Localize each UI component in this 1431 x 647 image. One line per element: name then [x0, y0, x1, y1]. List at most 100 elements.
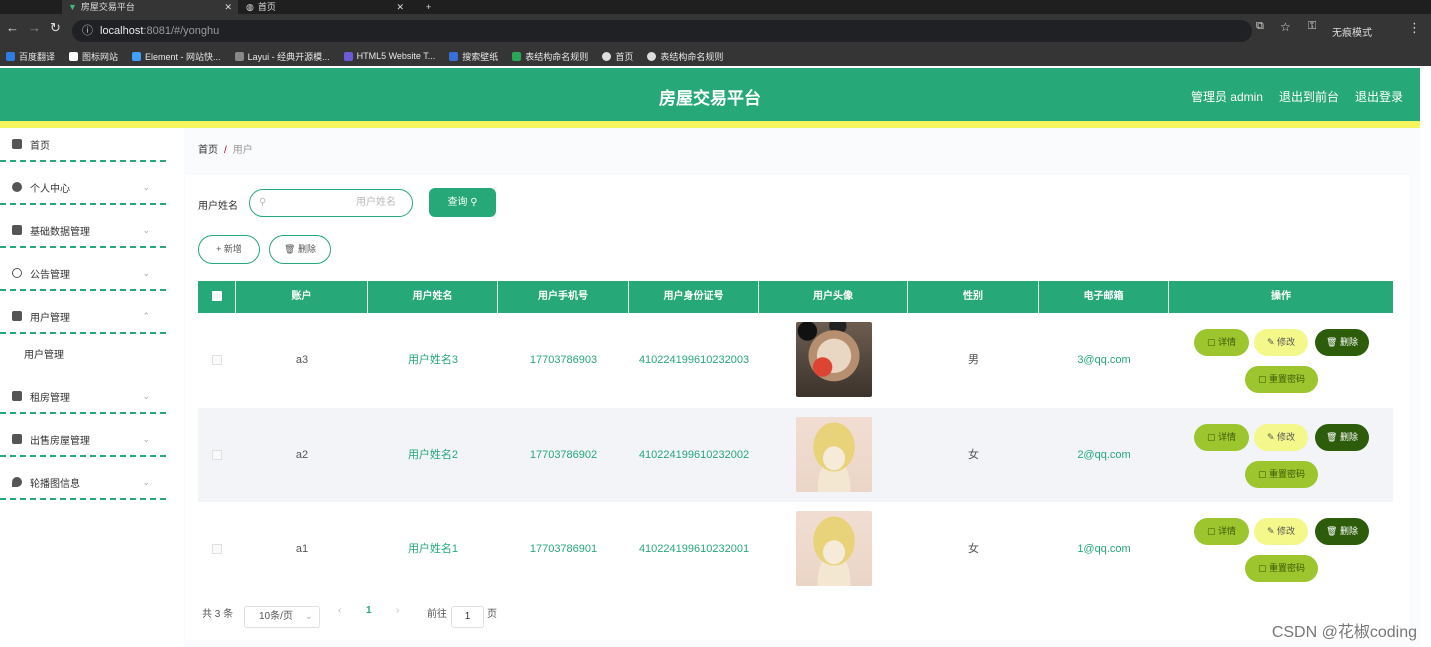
incognito-label[interactable]: 无痕模式	[1332, 24, 1372, 39]
bookmark-item[interactable]: 首页	[602, 50, 633, 63]
cell-account: a3	[295, 354, 309, 366]
cell-phone: 17703786901	[529, 543, 598, 555]
chevron-down-icon: ⌄	[142, 390, 150, 401]
bookmark-item[interactable]: Element - 网站快...	[132, 50, 221, 63]
edit-button[interactable]: ✎ 修改	[1254, 518, 1308, 545]
sidebar-item-user-mgmt[interactable]: 用户管理 ⌃	[0, 300, 166, 334]
cell-account: a1	[295, 543, 309, 555]
sidebar-item-notice[interactable]: 公告管理 ⌄	[0, 257, 166, 291]
detail-button[interactable]: ▢ 详情	[1194, 329, 1249, 356]
bookmark-item[interactable]: HTML5 Website T...	[343, 51, 435, 61]
cell-idcard: 410224199610232002	[638, 449, 750, 461]
table-row: a2 用户姓名2 17703786902 410224199610232002 …	[198, 408, 1393, 502]
sidebar-item-carousel[interactable]: 轮播图信息 ⌄	[0, 466, 166, 500]
forward-icon[interactable]: →	[28, 20, 41, 35]
delete-button[interactable]: 🗑︎ 删除	[1315, 424, 1369, 451]
sidebar-item-sale[interactable]: 出售房屋管理 ⌄	[0, 423, 166, 457]
table-row: a1 用户姓名1 17703786901 410224199610232001 …	[198, 502, 1393, 596]
breadcrumb-home[interactable]: 首页	[198, 145, 218, 156]
bookmark-item[interactable]: 搜索壁纸	[449, 50, 498, 63]
logout-link[interactable]: 退出登录	[1355, 88, 1403, 105]
sidebar-item-home[interactable]: 首页	[0, 128, 166, 162]
chevron-down-icon: ⌄	[142, 433, 150, 444]
trash-icon: 🗑︎	[284, 244, 298, 254]
close-icon[interactable]: ✕	[224, 1, 232, 13]
search-icon: ⚲	[259, 197, 267, 208]
search-placeholder: 用户姓名	[356, 197, 396, 208]
cell-account: a2	[295, 449, 309, 461]
star-icon[interactable]: ☆	[1280, 20, 1291, 34]
delete-button[interactable]: 🗑︎ 删除	[1315, 329, 1369, 356]
col-account: 账户	[236, 281, 368, 313]
page-size-select[interactable]: 10条/页 ⌄	[244, 606, 320, 628]
cell-email: 3@qq.com	[1077, 354, 1131, 366]
location-icon	[12, 477, 22, 487]
select-all-checkbox[interactable]	[198, 281, 236, 313]
vue-icon: ▼	[68, 2, 77, 12]
new-tab-icon[interactable]: +	[420, 0, 440, 14]
detail-button[interactable]: ▢ 详情	[1194, 424, 1249, 451]
reload-icon[interactable]: ↻	[50, 20, 61, 36]
row-checkbox[interactable]	[212, 544, 222, 554]
avatar[interactable]	[796, 322, 872, 397]
cell-idcard: 410224199610232001	[638, 543, 750, 555]
browser-tab-bar: ▼ 房屋交易平台 ✕ ◍ 首页 ✕ +	[0, 0, 1431, 14]
search-button[interactable]: 查询 ⚲	[429, 188, 496, 217]
back-icon[interactable]: ←	[6, 20, 19, 35]
reset-password-button[interactable]: ▢ 重置密码	[1245, 366, 1318, 393]
col-email: 电子邮箱	[1039, 281, 1169, 313]
bookmark-icon	[234, 51, 244, 61]
sidebar-subitem-user-mgmt[interactable]: 用户管理	[24, 346, 64, 361]
reset-password-button[interactable]: ▢ 重置密码	[1245, 461, 1318, 488]
row-checkbox[interactable]	[212, 355, 222, 365]
col-name: 用户姓名	[368, 281, 498, 313]
header-accent-strip	[0, 121, 1420, 128]
reset-password-button[interactable]: ▢ 重置密码	[1245, 555, 1318, 582]
search-label: 用户姓名	[198, 201, 238, 212]
sidebar-item-rent[interactable]: 租房管理 ⌄	[0, 380, 166, 414]
cell-idcard: 410224199610232003	[638, 354, 750, 366]
prev-page-icon[interactable]: ‹	[338, 605, 341, 616]
sidebar-item-profile[interactable]: 个人中心 ⌄	[0, 171, 166, 205]
back-to-front-link[interactable]: 退出到前台	[1279, 88, 1339, 105]
add-button[interactable]: + 新增	[198, 235, 260, 264]
next-page-icon[interactable]: ›	[396, 605, 399, 616]
chevron-down-icon: ⌄	[142, 224, 150, 235]
breadcrumb-current: 用户	[232, 145, 253, 156]
bookmark-item[interactable]: 表结构命名规则	[647, 50, 723, 63]
url-host: localhost	[100, 25, 144, 37]
browser-tab[interactable]: ◍ 首页 ✕	[240, 0, 410, 14]
edit-button[interactable]: ✎ 修改	[1254, 329, 1308, 356]
avatar[interactable]	[796, 417, 872, 492]
goto-page-input[interactable]: 1	[451, 606, 484, 628]
page-number-current[interactable]: 1	[366, 605, 372, 616]
chevron-down-icon: ⌄	[142, 476, 150, 487]
bookmark-icon	[132, 51, 142, 61]
bookmark-icon	[343, 51, 353, 61]
bookmark-item[interactable]: 表结构命名规则	[512, 50, 588, 63]
breadcrumb: 首页 / 用户	[198, 145, 253, 156]
batch-delete-button[interactable]: 🗑︎ 删除	[269, 235, 331, 264]
detail-button[interactable]: ▢ 详情	[1194, 518, 1249, 545]
bookmark-item[interactable]: 百度翻译	[6, 50, 55, 63]
chevron-down-icon: ⌄	[304, 611, 313, 622]
search-icon: ⚲	[470, 197, 478, 208]
translate-icon[interactable]: ⧉	[1256, 20, 1264, 33]
avatar[interactable]	[796, 511, 872, 586]
sidebar-item-base-data[interactable]: 基础数据管理 ⌄	[0, 214, 166, 248]
edit-button[interactable]: ✎ 修改	[1254, 424, 1308, 451]
bookmark-item[interactable]: Layui - 经典开源模...	[234, 50, 330, 63]
key-icon[interactable]: ⚿	[1308, 20, 1316, 33]
table-row: a3 用户姓名3 17703786903 410224199610232003 …	[198, 313, 1393, 407]
browser-tab-active[interactable]: ▼ 房屋交易平台 ✕	[62, 0, 238, 14]
delete-button[interactable]: 🗑︎ 删除	[1315, 518, 1369, 545]
search-input[interactable]: ⚲ 用户姓名	[249, 189, 413, 217]
list-icon	[12, 434, 22, 444]
row-checkbox[interactable]	[212, 450, 222, 460]
url-input[interactable]: ⓘ localhost:8081/#/yonghu	[72, 20, 1252, 42]
close-icon[interactable]: ✕	[396, 1, 404, 13]
bookmark-item[interactable]: 图标网站	[69, 50, 118, 63]
globe-icon	[647, 51, 657, 61]
menu-icon[interactable]: ⋮	[1408, 20, 1421, 36]
admin-label: 管理员 admin	[1190, 90, 1263, 104]
